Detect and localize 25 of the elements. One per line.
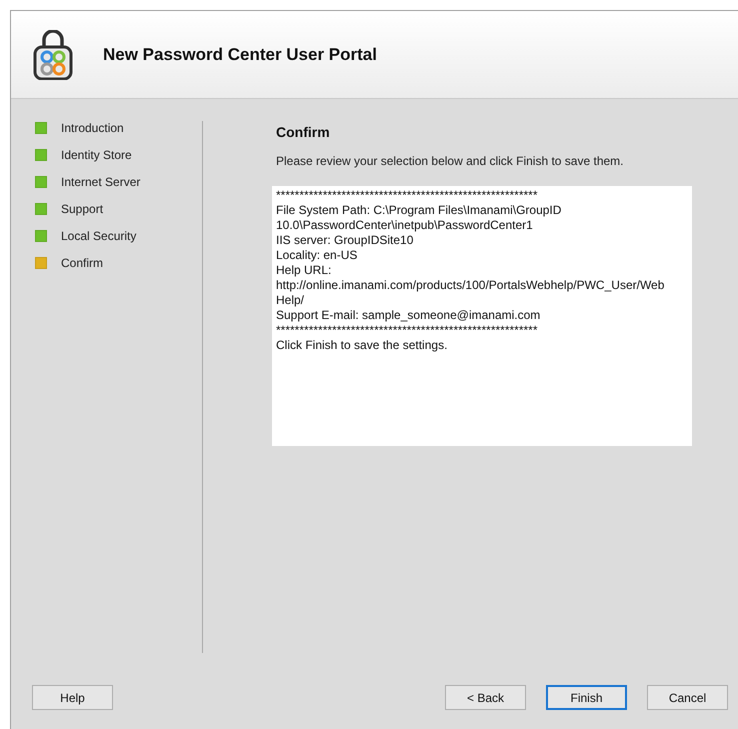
button[interactable]: Help — [32, 685, 113, 710]
summary-line: IIS server: GroupIDSite10 — [276, 233, 414, 248]
step-label: Internet Server — [61, 174, 140, 191]
page-heading: Confirm — [276, 123, 331, 142]
button[interactable]: Finish — [546, 685, 627, 710]
step-label: Support — [61, 201, 104, 218]
window-title: New Password Center User Portal — [103, 44, 377, 66]
summary-line: Help/ — [276, 293, 306, 308]
summary-line: Locality: en-US — [276, 248, 358, 263]
instruction-text: Please review your selection below and click Finish to save them. — [276, 153, 624, 170]
summary-line: File System Path: C:\Program Files\Imanami\GroupID — [276, 203, 562, 218]
step-label: Confirm — [61, 255, 104, 272]
padlock-icon — [33, 30, 73, 80]
summary-line: Click Finish to save the settings. — [276, 338, 448, 353]
summary-line: Help URL: — [276, 263, 332, 278]
summary-line: 10.0\PasswordCenter\inetpub\PasswordCenter1 — [276, 218, 534, 233]
button[interactable]: < Back — [445, 685, 526, 710]
step-label: Introduction — [61, 120, 124, 137]
step-label: Identity Store — [61, 147, 132, 164]
summary-line: ******************************************************** — [276, 323, 539, 338]
step-label: Local Security — [61, 228, 136, 245]
summary-line: http://online.imanami.com/products/100/PortalsWebhelp/PWC_User/Web — [276, 278, 666, 293]
button[interactable]: Cancel — [647, 685, 728, 710]
summary-line: Support E-mail: sample_someone@imanami.com — [276, 308, 542, 323]
summary-line: ******************************************************** — [276, 188, 539, 203]
